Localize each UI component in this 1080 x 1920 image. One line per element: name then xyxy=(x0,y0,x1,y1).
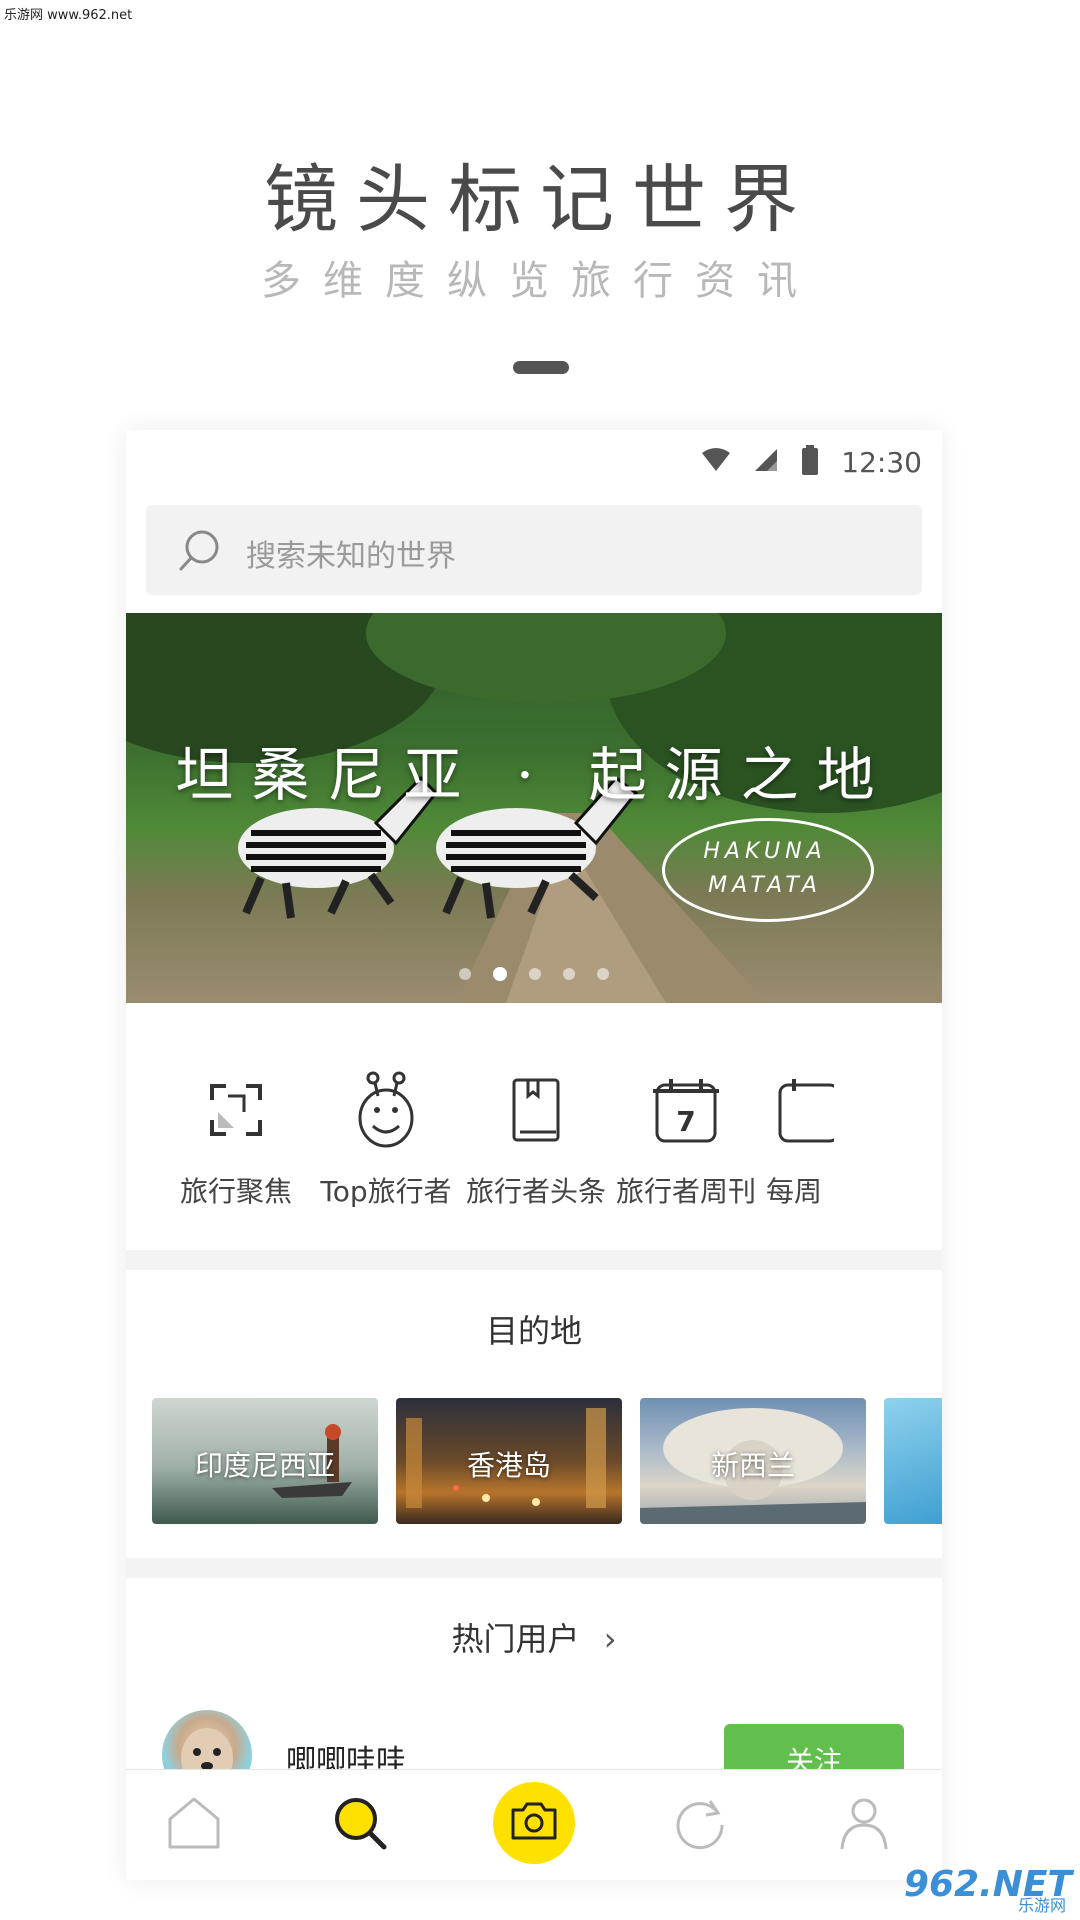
destination-card[interactable]: 印度尼西亚 xyxy=(152,1398,378,1524)
status-bar: 12:30 xyxy=(701,442,922,482)
phone-screen: 12:30 搜索未知的世界 坦桑尼亚 · 起源之地 HAKUNA MATATA … xyxy=(126,430,942,1880)
category-top-traveler[interactable]: Top旅行者 xyxy=(306,1070,466,1210)
status-time: 12:30 xyxy=(841,445,922,479)
banner-title: 坦桑尼亚 · 起源之地 xyxy=(175,741,893,809)
home-icon xyxy=(164,1793,224,1857)
tab-home[interactable] xyxy=(154,1790,234,1860)
banner-carousel[interactable]: 坦桑尼亚 · 起源之地 HAKUNA MATATA xyxy=(126,613,942,1003)
promo-subline: 多维度纵览旅行资讯 xyxy=(261,258,819,304)
wifi-icon xyxy=(701,447,731,477)
watermark-bottom: 962.NET 乐游网 xyxy=(904,1864,1072,1916)
carousel-dot[interactable] xyxy=(529,968,541,980)
search-placeholder: 搜索未知的世界 xyxy=(246,539,456,574)
tab-search[interactable] xyxy=(320,1790,400,1860)
carousel-dot[interactable] xyxy=(597,968,609,980)
bubble-line-2: MATATA xyxy=(708,873,822,898)
category-traveler-weekly[interactable]: 7 旅行者周刊 xyxy=(606,1070,766,1210)
carousel-dot-active[interactable] xyxy=(493,967,507,981)
destinations-title: 目的地 xyxy=(485,1312,582,1350)
calendar-7-icon: 7 xyxy=(606,1070,766,1150)
watermark-top: 乐游网 www.962.net xyxy=(4,8,133,23)
category-label: 旅行者头条 xyxy=(465,1175,606,1208)
destination-name: 香港岛 xyxy=(466,1449,551,1482)
chevron-right-icon: › xyxy=(603,1620,617,1658)
hot-users-header[interactable]: 热门用户 › xyxy=(126,1614,942,1660)
bubble-line-1: HAKUNA xyxy=(703,839,827,864)
destination-card[interactable]: 新西兰 xyxy=(640,1398,866,1524)
speech-bubble-text: HAKUNA MATATA xyxy=(662,835,868,903)
svg-text:7: 7 xyxy=(676,1105,695,1138)
hot-users-title: 热门用户 xyxy=(451,1620,580,1658)
refresh-icon xyxy=(670,1793,730,1857)
camera-button[interactable] xyxy=(493,1782,575,1864)
giraffe-icon xyxy=(306,1070,466,1150)
carousel-dot[interactable] xyxy=(459,968,471,980)
signal-icon xyxy=(753,447,779,477)
destination-card[interactable] xyxy=(884,1398,942,1524)
book-icon xyxy=(456,1070,616,1150)
promo-headline: 镜头标记世界 xyxy=(264,157,816,243)
search-bar[interactable]: 搜索未知的世界 xyxy=(146,505,922,595)
category-label: 旅行聚焦 xyxy=(179,1175,292,1208)
watermark-caption: 乐游网 xyxy=(1017,1896,1066,1915)
tab-profile[interactable] xyxy=(824,1790,904,1860)
carousel-dot[interactable] xyxy=(563,968,575,980)
camera-icon xyxy=(509,1800,559,1846)
bottom-tab-bar xyxy=(126,1769,942,1880)
destination-name: 印度尼西亚 xyxy=(194,1449,335,1482)
promo-divider xyxy=(513,361,569,374)
category-label: 旅行者周刊 xyxy=(615,1175,756,1208)
category-travel-focus[interactable]: 旅行聚焦 xyxy=(156,1070,316,1210)
search-icon xyxy=(176,527,224,579)
focus-frame-icon xyxy=(156,1070,316,1150)
destination-name: 新西兰 xyxy=(710,1449,795,1482)
profile-icon xyxy=(834,1793,894,1857)
category-label: Top旅行者 xyxy=(320,1175,452,1208)
category-weekly[interactable]: 每周 xyxy=(756,1070,942,1210)
carousel-dots xyxy=(126,967,942,981)
destinations-card: 目的地 印度尼西亚 香港岛 新西兰 xyxy=(126,1270,942,1558)
battery-icon xyxy=(801,445,819,479)
category-label: 每周 xyxy=(766,1175,823,1208)
tab-activity[interactable] xyxy=(660,1790,740,1860)
calendar-icon xyxy=(756,1070,934,1150)
search-icon xyxy=(330,1793,390,1857)
category-traveler-headlines[interactable]: 旅行者头条 xyxy=(456,1070,616,1210)
top-card: 12:30 搜索未知的世界 坦桑尼亚 · 起源之地 HAKUNA MATATA … xyxy=(126,430,942,1250)
destination-card[interactable]: 香港岛 xyxy=(396,1398,622,1524)
